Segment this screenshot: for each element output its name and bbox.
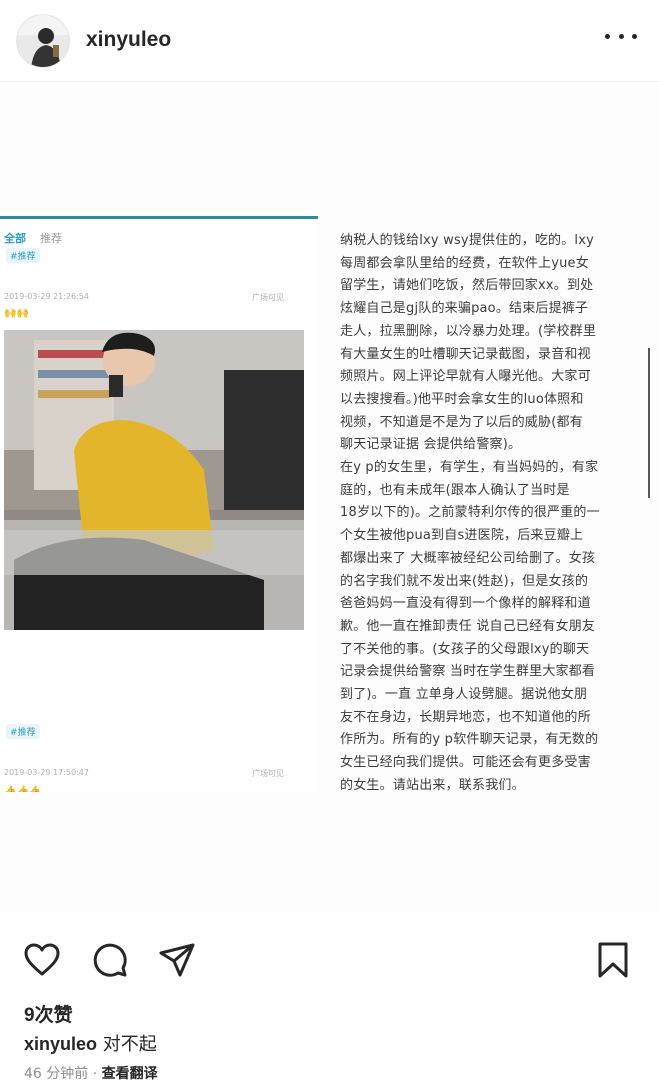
screenshot-visibility: 广场可见	[252, 293, 284, 302]
caption-text: 对不起	[102, 1034, 157, 1055]
screenshot-emoji: 🙌🙌	[4, 308, 29, 319]
heart-icon[interactable]	[22, 940, 62, 980]
meta-separator: ·	[92, 1066, 98, 1082]
embedded-screenshot: 全部 推荐 #推荐 2019-03-29 21:26:54 广场可见 🙌🙌 #推…	[0, 212, 318, 792]
translate-link[interactable]: 查看翻译	[102, 1066, 158, 1082]
send-icon[interactable]	[157, 940, 197, 980]
image-scroll-indicator	[648, 348, 650, 498]
screenshot-visibility-2: 广场可见	[252, 769, 284, 778]
post-username[interactable]: xinyuleo	[86, 28, 171, 52]
post-image: 全部 推荐 #推荐 2019-03-29 21:26:54 广场可见 🙌🙌 #推…	[0, 82, 659, 912]
screenshot-photo	[4, 330, 304, 630]
post-timestamp: 46 分钟前	[24, 1066, 89, 1082]
post-header: xinyuleo	[0, 0, 659, 82]
action-bar	[0, 930, 659, 990]
screenshot-tag: #推荐	[6, 248, 40, 263]
more-options-icon[interactable]	[605, 26, 637, 46]
comment-icon[interactable]	[90, 940, 130, 980]
screenshot-date: 2019-03-29 21:26:54	[4, 292, 89, 301]
caption-username[interactable]: xinyuleo	[24, 1034, 97, 1054]
avatar-image	[17, 15, 69, 67]
screenshot-tab-recommend: 推荐	[40, 232, 62, 245]
screenshot-date-2: 2019-03-29 17:50:47	[4, 768, 89, 777]
screenshot-tab-all: 全部	[4, 232, 26, 245]
screenshot-tag-2: #推荐	[6, 724, 40, 739]
post-meta: 46 分钟前 · 查看翻译	[24, 1063, 158, 1083]
post-image-text: 纳税人的钱给lxy wsy提供住的，吃的。lxy 每周都会拿队里给的经费，在软件…	[340, 233, 600, 793]
like-count[interactable]: 9次赞	[24, 1000, 73, 1027]
avatar[interactable]	[16, 14, 70, 68]
caption: xinyuleo 对不起	[24, 1030, 157, 1056]
screenshot-emoji-2: 👍👍👍	[4, 786, 42, 792]
bookmark-icon[interactable]	[593, 940, 633, 980]
